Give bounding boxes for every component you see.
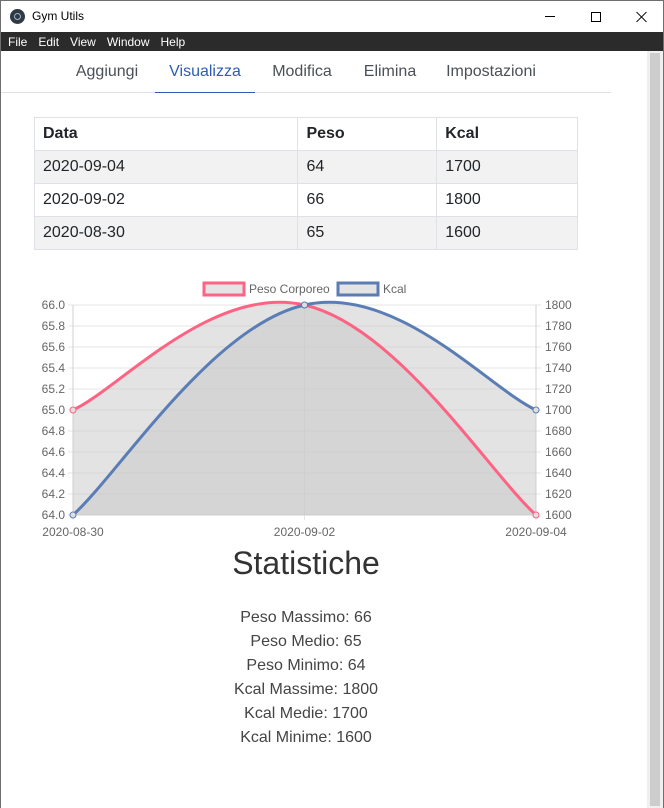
table-row: 2020-09-04 64 1700 <box>33 150 578 184</box>
legend-swatch <box>202 281 246 297</box>
menu-file[interactable]: File <box>8 35 27 49</box>
y-right-tick-label: 1660 <box>545 445 572 459</box>
stat-kcal-minime: Kcal Minime: 1600 <box>240 729 372 746</box>
legend-label: Peso Corporeo <box>249 282 330 296</box>
stat-peso-massimo: Peso Massimo: 66 <box>240 609 372 626</box>
nav-tabs: Aggiungi Visualizza Modifica Elimina Imp… <box>1 51 611 93</box>
title-bar[interactable]: Gym Utils <box>1 1 663 32</box>
cell-kcal: 1600 <box>436 216 578 250</box>
y-left-tick-label: 65.2 <box>42 382 66 396</box>
y-right-tick-label: 1640 <box>545 466 572 480</box>
close-icon <box>636 11 648 23</box>
y-right-tick-label: 1760 <box>545 340 572 354</box>
x-tick-label: 2020-09-04 <box>505 525 567 539</box>
close-button[interactable] <box>619 1 664 32</box>
app-window: Gym Utils File Edit View Window Help Agg… <box>0 0 664 808</box>
header-kcal: Kcal <box>436 117 578 151</box>
y-left-tick-label: 65.0 <box>42 403 66 417</box>
menu-view[interactable]: View <box>70 35 96 49</box>
minimize-icon <box>545 16 555 17</box>
data-point <box>69 406 77 414</box>
table-row: 2020-09-02 66 1800 <box>33 183 578 217</box>
electron-app-icon <box>10 9 25 24</box>
cell-data: 2020-08-30 <box>33 216 299 250</box>
y-left-tick-label: 65.6 <box>42 340 66 354</box>
y-left-tick-label: 64.0 <box>42 508 66 522</box>
minimize-button[interactable] <box>527 1 573 32</box>
x-tick-label: 2020-09-02 <box>274 525 336 539</box>
y-left-tick-label: 66.0 <box>42 298 66 312</box>
table-header-row: Data Peso Kcal <box>33 117 578 151</box>
y-right-tick-label: 1740 <box>545 361 572 375</box>
y-left-tick-label: 64.8 <box>42 424 66 438</box>
menu-edit[interactable]: Edit <box>38 35 59 49</box>
y-right-tick-label: 1680 <box>545 424 572 438</box>
data-point <box>301 301 308 309</box>
data-point <box>532 406 540 414</box>
tab-elimina[interactable]: Elimina <box>349 51 431 93</box>
tab-modifica[interactable]: Modifica <box>255 51 349 93</box>
cell-data: 2020-09-04 <box>33 150 299 184</box>
y-right-tick-label: 1600 <box>545 508 572 522</box>
y-right-tick-label: 1800 <box>545 298 572 312</box>
stat-peso-minimo: Peso Minimo: 64 <box>246 657 366 674</box>
stat-kcal-massime: Kcal Massime: 1800 <box>233 681 379 698</box>
main-content: Aggiungi Visualizza Modifica Elimina Imp… <box>1 51 647 808</box>
x-tick-label: 2020-08-30 <box>42 525 104 539</box>
legend-swatch <box>336 281 380 297</box>
cell-kcal: 1700 <box>436 150 578 184</box>
cell-peso: 66 <box>297 183 438 217</box>
table-row: 2020-08-30 65 1600 <box>33 216 578 250</box>
cell-peso: 65 <box>297 216 438 250</box>
stat-kcal-medie: Kcal Medie: 1700 <box>244 705 368 722</box>
tab-aggiungi[interactable]: Aggiungi <box>59 51 155 93</box>
header-peso: Peso <box>297 117 438 151</box>
menu-window[interactable]: Window <box>107 35 150 49</box>
menu-help[interactable]: Help <box>161 35 186 49</box>
data-point <box>69 511 77 519</box>
stats-title: Statistiche <box>232 545 380 581</box>
y-left-tick-label: 64.4 <box>42 466 66 480</box>
y-left-tick-label: 65.4 <box>42 361 66 375</box>
maximize-button[interactable] <box>573 1 619 32</box>
legend-label: Kcal <box>383 282 406 296</box>
window-title: Gym Utils <box>32 9 84 23</box>
y-right-tick-label: 1720 <box>545 382 572 396</box>
tab-impostazioni[interactable]: Impostazioni <box>431 51 551 93</box>
y-right-tick-label: 1780 <box>545 319 572 333</box>
vertical-scrollbar[interactable] <box>647 51 663 808</box>
cell-peso: 64 <box>297 150 438 184</box>
y-right-tick-label: 1700 <box>545 403 572 417</box>
scrollbar-thumb[interactable] <box>650 53 660 806</box>
data-point <box>532 511 540 519</box>
weight-kcal-chart: 66.0 1800 65.8 1780 65.6 1760 65.4 1740 65.2 1720… <box>42 281 572 539</box>
cell-data: 2020-09-02 <box>33 183 299 217</box>
stat-peso-medio: Peso Medio: 65 <box>250 633 362 650</box>
menu-bar: File Edit View Window Help <box>1 32 663 51</box>
maximize-icon <box>591 11 601 22</box>
cell-kcal: 1800 <box>436 183 578 217</box>
y-right-tick-label: 1620 <box>545 487 572 501</box>
stats-list: Peso Massimo: 66 Peso Medio: 65 Peso Min… <box>1 606 611 750</box>
y-left-tick-label: 64.6 <box>42 445 66 459</box>
data-table: Data Peso Kcal 2020-09-04 64 1700 2020-0… <box>33 117 578 250</box>
y-left-tick-label: 64.2 <box>42 487 66 501</box>
header-data: Data <box>33 117 299 151</box>
tab-visualizza[interactable]: Visualizza <box>155 51 255 93</box>
y-left-tick-label: 65.8 <box>42 319 66 333</box>
